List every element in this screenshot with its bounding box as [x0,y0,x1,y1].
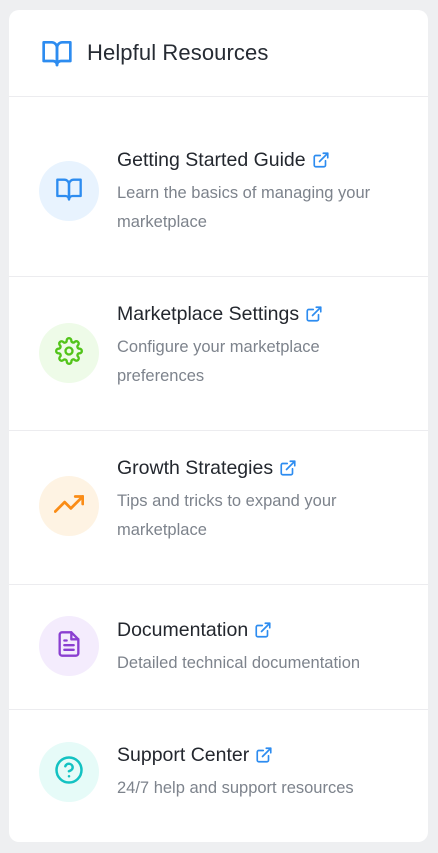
book-icon [55,175,83,208]
resource-item-growth-strategies[interactable]: Growth Strategies Tips and tricks to exp… [9,431,428,585]
resource-item-support-center[interactable]: Support Center 24/7 help and support res… [9,710,428,842]
external-link-icon [255,746,273,764]
panel-title: Helpful Resources [87,40,269,65]
resource-description: Learn the basics of managing your market… [117,184,371,231]
resource-icon-badge [39,616,99,676]
resource-description: Tips and tricks to expand your marketpla… [117,492,337,539]
resource-item-getting-started[interactable]: Getting Started Guide Learn the basics o… [9,123,428,277]
resource-title: Getting Started Guide [117,149,306,171]
resource-icon-badge [39,323,99,383]
trending-up-icon [53,489,85,524]
document-icon [55,630,83,663]
resource-title: Growth Strategies [117,457,274,479]
resource-icon-badge [39,476,99,536]
resource-item-marketplace-settings[interactable]: Marketplace Settings Configure your mark… [9,277,428,431]
resource-title: Support Center [117,744,250,766]
panel-header: Helpful Resources [9,10,428,97]
external-link-icon [254,621,272,639]
resource-icon-badge [39,742,99,802]
resource-description: Detailed technical documentation [117,654,361,672]
resource-title: Documentation [117,619,249,641]
resource-item-documentation[interactable]: Documentation Detailed technical documen… [9,585,428,710]
resource-description: Configure your marketplace preferences [117,338,320,385]
resource-list: Getting Started Guide Learn the basics o… [9,97,428,842]
help-circle-icon [54,755,84,790]
open-book-icon [39,36,75,70]
gear-icon [55,336,83,370]
external-link-icon [279,459,297,477]
resource-icon-badge [39,161,99,221]
external-link-icon [312,151,330,169]
external-link-icon [305,305,323,323]
resource-description: 24/7 help and support resources [117,779,354,797]
resource-title: Marketplace Settings [117,303,300,325]
resources-panel: Helpful Resources Getting Started Guide [9,10,428,842]
